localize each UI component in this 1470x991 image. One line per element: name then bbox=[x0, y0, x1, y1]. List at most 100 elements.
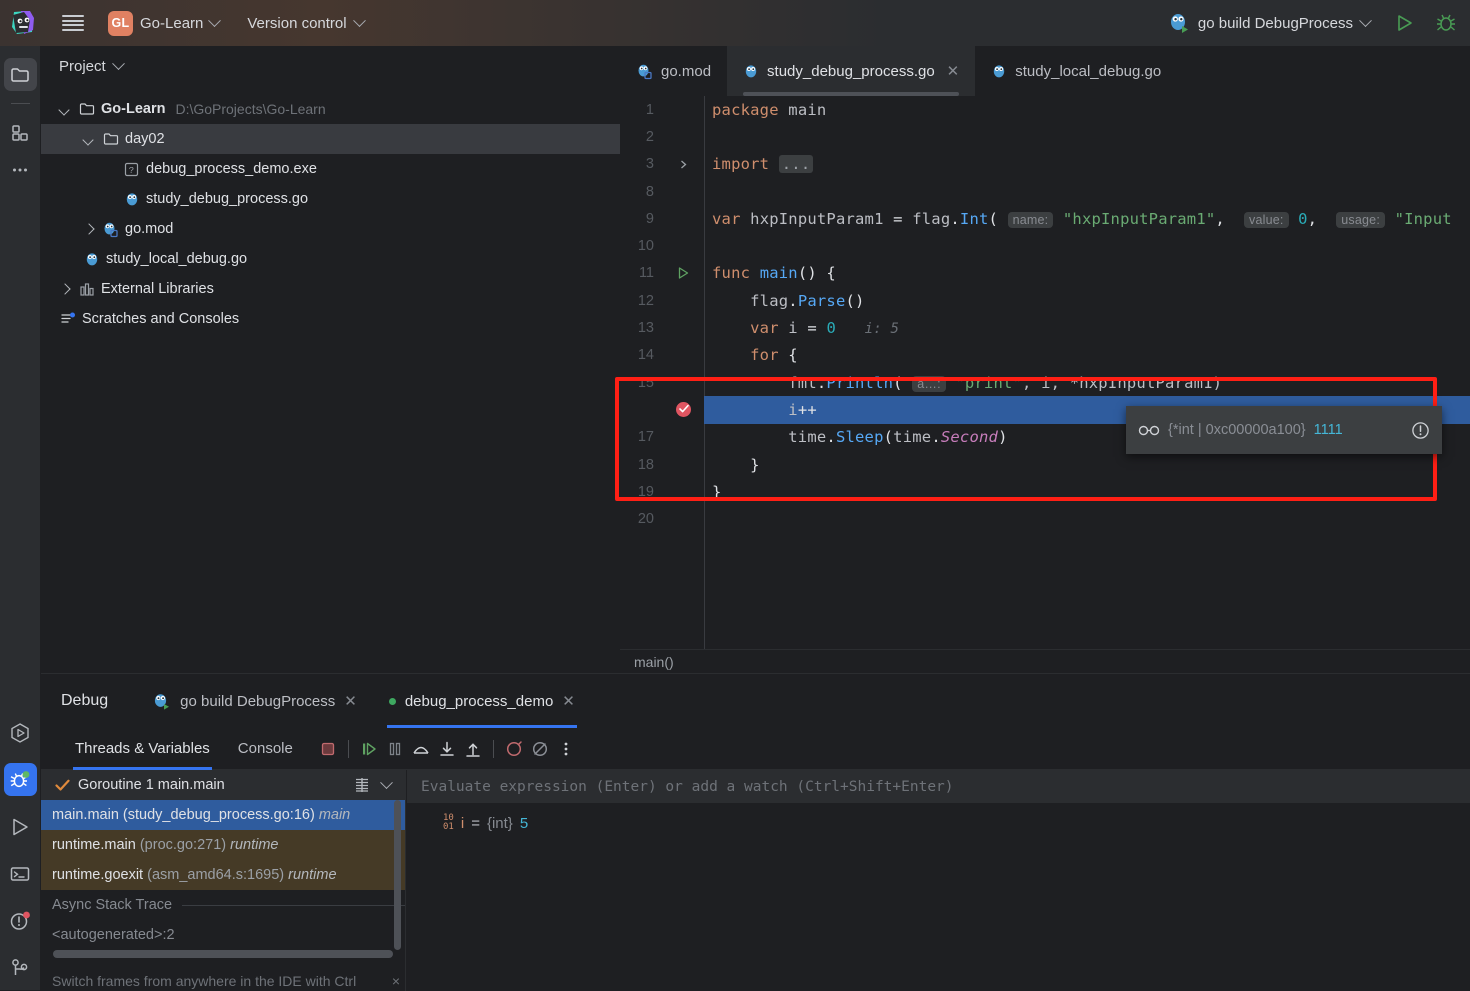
more-options-icon[interactable] bbox=[553, 736, 579, 762]
main-menu-icon[interactable] bbox=[62, 15, 84, 31]
frames-vertical-scrollbar[interactable] bbox=[394, 800, 401, 950]
frames-filter-icon[interactable] bbox=[354, 777, 370, 793]
editor-tab-label: go.mod bbox=[661, 62, 712, 80]
pause-program-icon[interactable] bbox=[382, 736, 408, 762]
project-panel-title: Project bbox=[59, 57, 106, 75]
debug-value-tooltip[interactable]: {*int | 0xc00000a100} 1111 bbox=[1126, 406, 1442, 454]
frames-hint-text: Switch frames from anywhere in the IDE w… bbox=[52, 973, 357, 989]
variable-row-i[interactable]: 10 01 i = {int} 5 bbox=[407, 804, 1470, 832]
code-line: 14 for { bbox=[620, 342, 1470, 369]
run-tool-icon[interactable] bbox=[4, 810, 37, 843]
close-icon[interactable]: ✕ bbox=[947, 62, 960, 80]
tree-node-day02[interactable]: day02 bbox=[41, 124, 620, 154]
title-bar: GL Go-Learn Version control go build Deb… bbox=[0, 0, 1470, 46]
tab-threads-and-variables[interactable]: Threads & Variables bbox=[61, 728, 224, 770]
structure-tool-icon[interactable] bbox=[4, 116, 37, 149]
chevron-down-icon[interactable] bbox=[111, 56, 125, 70]
tree-node-label: Go-Learn bbox=[101, 101, 166, 117]
run-configuration-selector[interactable]: go build DebugProcess bbox=[1162, 9, 1376, 37]
line-number: 15 bbox=[637, 374, 654, 391]
project-switcher[interactable]: GL Go-Learn bbox=[100, 7, 227, 40]
debug-button[interactable] bbox=[1432, 9, 1460, 37]
run-button[interactable] bbox=[1390, 9, 1418, 37]
stack-frame-main-main[interactable]: main.main (study_debug_process.go:16) ma… bbox=[41, 800, 405, 830]
close-icon[interactable]: × bbox=[392, 973, 406, 989]
tree-node-study-local-debug-go[interactable]: study_local_debug.go bbox=[41, 244, 620, 274]
tree-node-debug-process-demo-exe[interactable]: ? debug_process_demo.exe bbox=[41, 154, 620, 184]
folder-icon bbox=[78, 101, 95, 118]
debug-tab-go-build-debugprocess[interactable]: go build DebugProcess ✕ bbox=[136, 674, 373, 728]
terminal-tool-icon[interactable] bbox=[4, 857, 37, 890]
step-out-icon[interactable] bbox=[460, 736, 486, 762]
close-icon[interactable]: ✕ bbox=[344, 692, 357, 710]
stack-frame-runtime-goexit[interactable]: runtime.goexit (asm_amd64.s:1695) runtim… bbox=[41, 860, 405, 890]
mute-breakpoints-icon[interactable] bbox=[501, 736, 527, 762]
chevron-down-icon[interactable] bbox=[59, 103, 72, 116]
async-stack-trace-separator: Async Stack Trace bbox=[41, 890, 405, 920]
chevron-right-icon[interactable] bbox=[83, 223, 96, 236]
code-text: for { bbox=[750, 346, 798, 365]
code-line: 12 flag.Parse() bbox=[620, 287, 1470, 314]
arg-print: "print" bbox=[955, 373, 1023, 392]
frames-hint-bar: Switch frames from anywhere in the IDE w… bbox=[52, 973, 406, 989]
editor-tab-go-mod[interactable]: go.mod bbox=[620, 46, 727, 96]
debug-tab-debug-process-demo[interactable]: debug_process_demo ✕ bbox=[373, 674, 591, 728]
breakpoint-icon[interactable] bbox=[662, 400, 704, 419]
goroutine-label: Goroutine 1 main.main bbox=[78, 777, 225, 793]
code-line: 13 var i = 0 i: 5 bbox=[620, 314, 1470, 341]
chevron-down-icon bbox=[352, 13, 366, 27]
line-number: 14 bbox=[637, 347, 654, 364]
go-file-icon bbox=[991, 63, 1007, 79]
tab-console[interactable]: Console bbox=[224, 728, 307, 770]
more-tools-icon[interactable] bbox=[4, 153, 37, 186]
variable-equals: = bbox=[471, 814, 480, 832]
stack-frame-runtime-main[interactable]: runtime.main (proc.go:271) runtime bbox=[41, 830, 405, 860]
debug-tool-icon[interactable] bbox=[3, 763, 37, 796]
async-stack-trace-label: Async Stack Trace bbox=[52, 897, 173, 913]
version-control-tool-icon[interactable] bbox=[4, 951, 37, 984]
line-number: 20 bbox=[637, 511, 654, 528]
code-line: 9 var hxpInputParam1 = flag.Int( name: "… bbox=[620, 205, 1470, 232]
frames-panel: Goroutine 1 main.main main.main (study_d… bbox=[41, 770, 406, 991]
run-gutter-icon[interactable] bbox=[662, 266, 704, 280]
run-with-coverage-icon[interactable] bbox=[4, 716, 37, 749]
resume-program-icon[interactable] bbox=[356, 736, 382, 762]
editor-tab-label: study_local_debug.go bbox=[1015, 62, 1162, 80]
code-viewport[interactable]: 1 package main 2 3 import ... 8 9 var hx… bbox=[620, 96, 1470, 649]
evaluate-expression-input[interactable]: Evaluate expression (Enter) or add a wat… bbox=[407, 770, 1470, 804]
project-tool-window: Project Go-Learn D:\GoProjects\Go-Learn … bbox=[41, 46, 620, 673]
tree-node-go-learn[interactable]: Go-Learn D:\GoProjects\Go-Learn bbox=[41, 94, 620, 124]
stack-frame-autogenerated[interactable]: <autogenerated>:2 bbox=[41, 920, 405, 950]
project-name: Go-Learn bbox=[140, 14, 204, 32]
close-icon[interactable]: ✕ bbox=[562, 692, 575, 710]
warning-icon[interactable] bbox=[1411, 421, 1430, 440]
tooltip-type: {*int | 0xc00000a100} bbox=[1168, 422, 1306, 438]
tree-node-study-debug-process-go[interactable]: study_debug_process.go bbox=[41, 184, 620, 214]
debug-tool-window: Debug go build DebugProcess ✕ debug_proc… bbox=[41, 673, 1470, 991]
editor-tab-study-debug-process-go[interactable]: study_debug_process.go ✕ bbox=[727, 46, 976, 96]
stop-icon[interactable] bbox=[315, 736, 341, 762]
project-panel-header[interactable]: Project bbox=[41, 46, 620, 86]
tab-label: Threads & Variables bbox=[75, 740, 210, 757]
tree-node-go-mod[interactable]: go.mod bbox=[41, 214, 620, 244]
chevron-down-icon[interactable] bbox=[380, 775, 393, 789]
go-file-icon bbox=[83, 251, 100, 268]
step-over-icon[interactable] bbox=[408, 736, 434, 762]
breadcrumb[interactable]: main() bbox=[620, 649, 1470, 673]
goroutine-selector[interactable]: Goroutine 1 main.main bbox=[41, 770, 405, 800]
problems-tool-icon[interactable] bbox=[4, 904, 37, 937]
frames-horizontal-scrollbar[interactable] bbox=[53, 950, 393, 958]
tree-node-scratches-and-consoles[interactable]: Scratches and Consoles bbox=[41, 304, 620, 334]
project-tool-icon[interactable] bbox=[3, 58, 37, 91]
chevron-down-icon[interactable] bbox=[83, 133, 96, 146]
step-into-icon[interactable] bbox=[434, 736, 460, 762]
folded-imports[interactable]: ... bbox=[778, 155, 814, 174]
fold-expand-icon[interactable] bbox=[662, 159, 704, 170]
version-control-menu[interactable]: Version control bbox=[237, 11, 373, 36]
editor-tab-study-local-debug-go[interactable]: study_local_debug.go bbox=[975, 46, 1177, 96]
chevron-right-icon[interactable] bbox=[59, 283, 72, 296]
view-breakpoints-icon[interactable] bbox=[527, 736, 553, 762]
tree-node-external-libraries[interactable]: External Libraries bbox=[41, 274, 620, 304]
param-hint-usage: usage: bbox=[1336, 211, 1386, 228]
code-text: package main bbox=[712, 100, 827, 119]
